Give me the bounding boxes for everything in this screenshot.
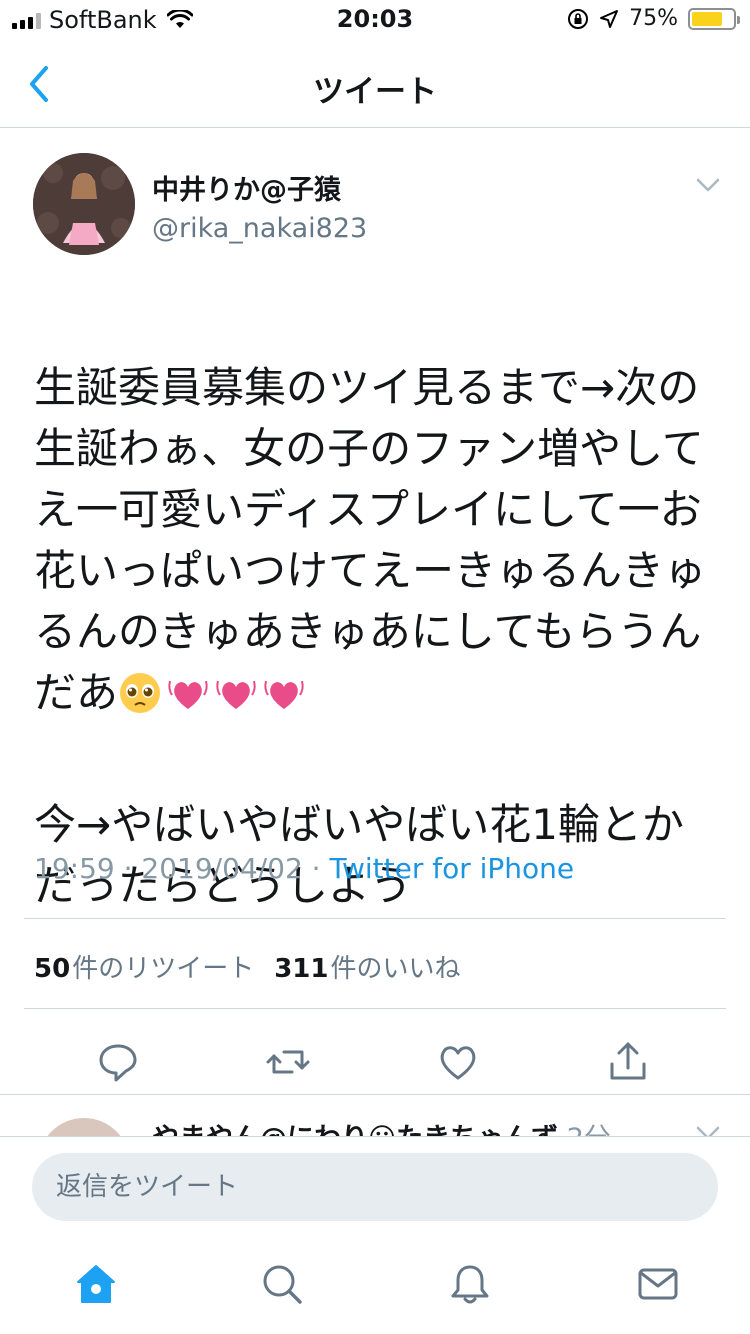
divider bbox=[24, 918, 726, 919]
status-right-group: 75% bbox=[567, 6, 740, 31]
like-count: 311 bbox=[274, 954, 329, 984]
reply-time: ·2分 bbox=[558, 1123, 611, 1136]
chevron-down-icon[interactable] bbox=[696, 178, 720, 192]
retweet-count: 50 bbox=[34, 954, 71, 984]
search-icon[interactable] bbox=[260, 1262, 304, 1306]
retweet-icon[interactable] bbox=[266, 1040, 310, 1084]
tweet-meta: 19:59 · 2019/04/02 · Twitter for iPhone bbox=[34, 852, 574, 885]
battery-percent: 75% bbox=[629, 6, 678, 31]
reply-author: やまやん@にわり☺たきちゃんず·2分 bbox=[152, 1116, 611, 1136]
notifications-icon[interactable] bbox=[448, 1262, 492, 1306]
reply-icon[interactable] bbox=[96, 1040, 140, 1084]
tweet-source-link[interactable]: Twitter for iPhone bbox=[329, 852, 574, 885]
share-icon[interactable] bbox=[606, 1040, 650, 1084]
location-arrow-icon bbox=[600, 9, 619, 28]
like-label: 件のいいね bbox=[330, 954, 461, 984]
orientation-lock-icon bbox=[568, 8, 589, 29]
heart-icon[interactable] bbox=[436, 1040, 480, 1084]
growing-heart-emoji bbox=[216, 680, 256, 709]
home-icon[interactable] bbox=[74, 1262, 118, 1306]
battery-level-fill bbox=[692, 11, 722, 26]
tab-bar bbox=[0, 1246, 750, 1334]
divider bbox=[0, 1094, 750, 1095]
battery-icon bbox=[688, 7, 740, 30]
avatar-image bbox=[33, 153, 135, 255]
reply-author-name: やまやん@にわり☺たきちゃんず bbox=[152, 1123, 558, 1136]
author-handle[interactable]: @rika_nakai823 bbox=[152, 213, 367, 244]
divider bbox=[24, 1008, 726, 1009]
tweet-actions bbox=[0, 1028, 750, 1098]
messages-icon[interactable] bbox=[636, 1262, 680, 1306]
page-title: ツイート bbox=[313, 74, 437, 110]
tweet-timestamp: 19:59 · 2019/04/02 · bbox=[34, 852, 330, 885]
like-stat[interactable]: 311件のいいね bbox=[274, 954, 460, 984]
retweet-label: 件のリツイート bbox=[72, 954, 255, 984]
avatar[interactable] bbox=[38, 1118, 130, 1136]
pleading-face-emoji bbox=[120, 673, 161, 713]
tweet-stats: 50件のリツイート 311件のいいね bbox=[34, 948, 461, 985]
tweet-paragraph-1-text: 生誕委員募集のツイ見るまで→次の生誕わぁ、女の子のファン増やしてえ一可愛いディス… bbox=[34, 363, 707, 717]
tweet-paragraph-1: 生誕委員募集のツイ見るまで→次の生誕わぁ、女の子のファン増やしてえ一可愛いディス… bbox=[34, 357, 724, 723]
growing-heart-emoji bbox=[264, 680, 304, 709]
navigation-bar: ツイート bbox=[0, 40, 750, 128]
reply-input[interactable]: 返信をツイート bbox=[32, 1153, 718, 1221]
reply-list-item[interactable]: やまやん@にわり☺たきちゃんず·2分 bbox=[0, 1096, 750, 1136]
growing-heart-emoji bbox=[168, 680, 208, 709]
reply-composer: 返信をツイート bbox=[0, 1136, 750, 1246]
author-name[interactable]: 中井りか@子猿 bbox=[152, 168, 367, 207]
chevron-down-icon[interactable] bbox=[696, 1126, 720, 1136]
status-bar: SoftBank 20:03 75% bbox=[0, 0, 750, 40]
retweet-stat[interactable]: 50件のリツイート bbox=[34, 954, 254, 984]
author-block[interactable]: 中井りか@子猿 @rika_nakai823 bbox=[152, 168, 367, 244]
avatar[interactable] bbox=[33, 153, 135, 255]
